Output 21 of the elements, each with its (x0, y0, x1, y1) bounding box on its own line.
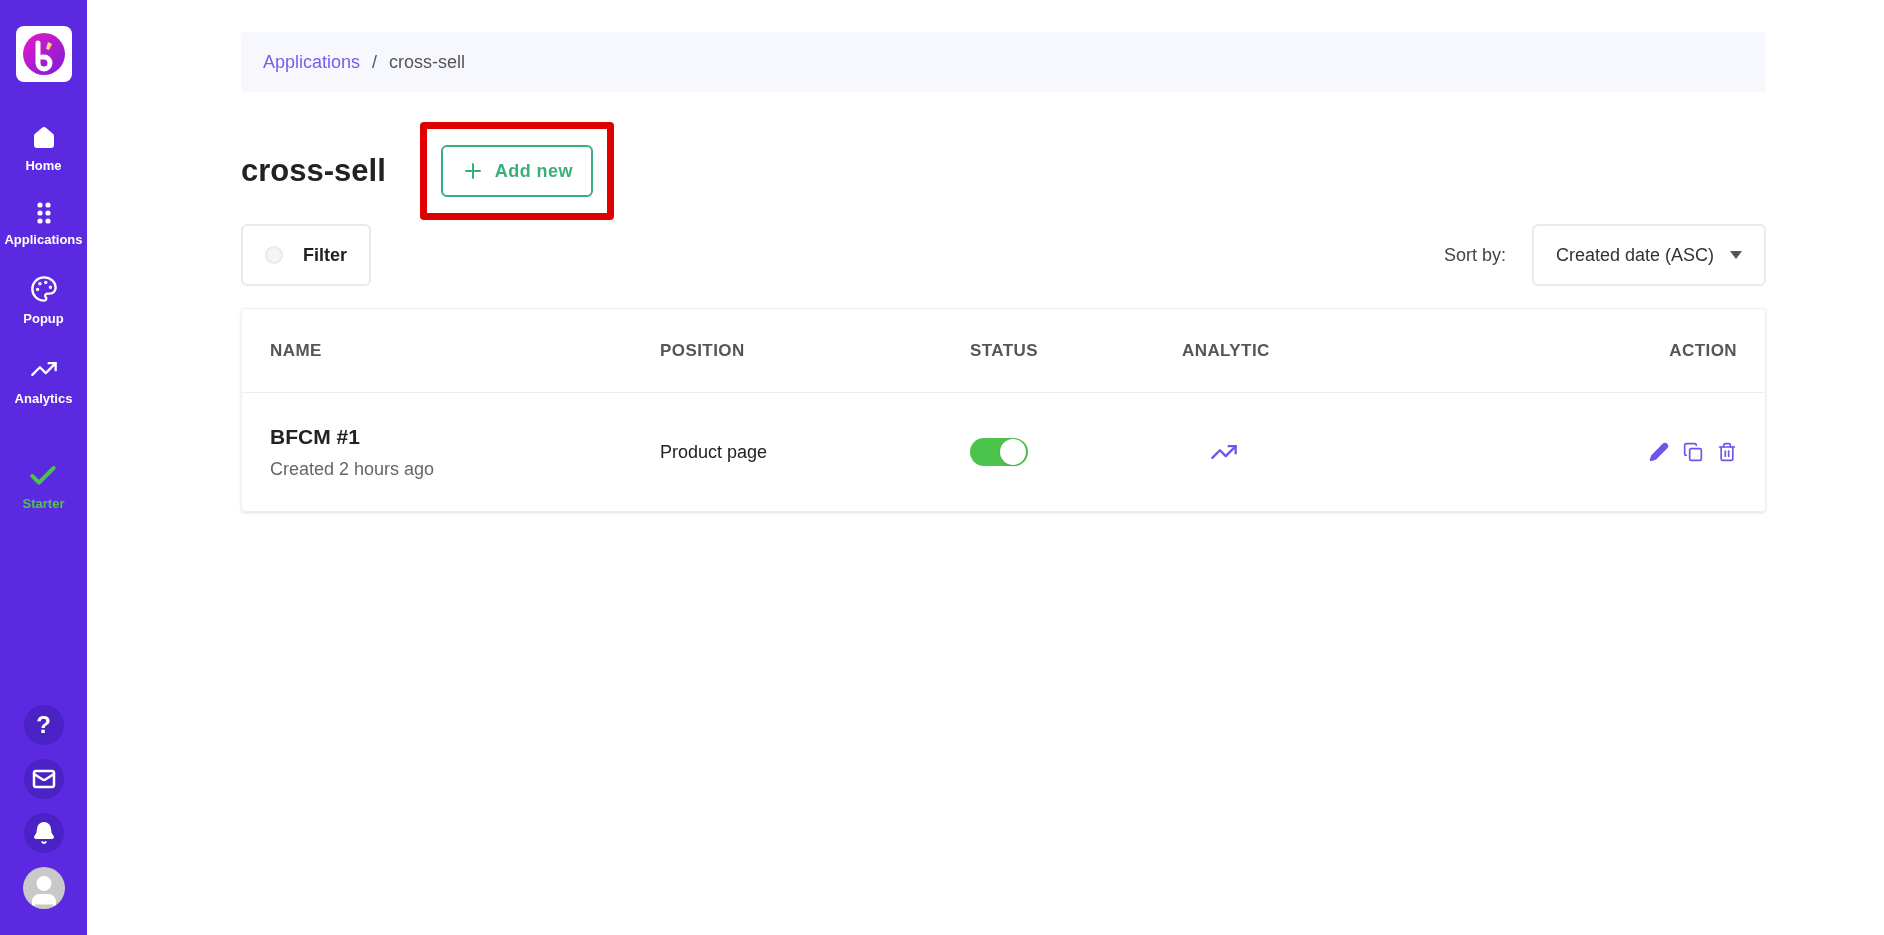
column-header: STATUS (970, 340, 1039, 360)
nav-item[interactable]: Analytics (0, 352, 87, 410)
row-created: Created 2 hours ago (270, 458, 436, 482)
row-position: Product page (660, 441, 768, 462)
nav-item[interactable]: Applications (0, 199, 87, 251)
column-header: ANALYTIC (1182, 340, 1270, 360)
breadcrumb-text: / (372, 50, 378, 74)
page-title: cross-sell (241, 151, 386, 190)
column-header: ACTION (1669, 340, 1737, 360)
sort-dropdown[interactable]: Created date (ASC) (1531, 224, 1766, 286)
breadcrumb-link[interactable]: Applications (263, 48, 361, 76)
sort-label: Sort by: (1443, 243, 1506, 267)
nav-item[interactable]: Popup (0, 273, 87, 331)
filter-button[interactable]: Filter (241, 224, 371, 286)
row-name: BFCM #1 (270, 423, 361, 450)
breadcrumb-text: cross-sell (389, 50, 466, 74)
column-header: NAME (270, 340, 322, 360)
column-header: POSITION (660, 340, 745, 360)
help-button[interactable]: ? (23, 705, 64, 745)
nav-item[interactable]: Home (0, 124, 87, 178)
plan-label: Starter (22, 495, 65, 513)
